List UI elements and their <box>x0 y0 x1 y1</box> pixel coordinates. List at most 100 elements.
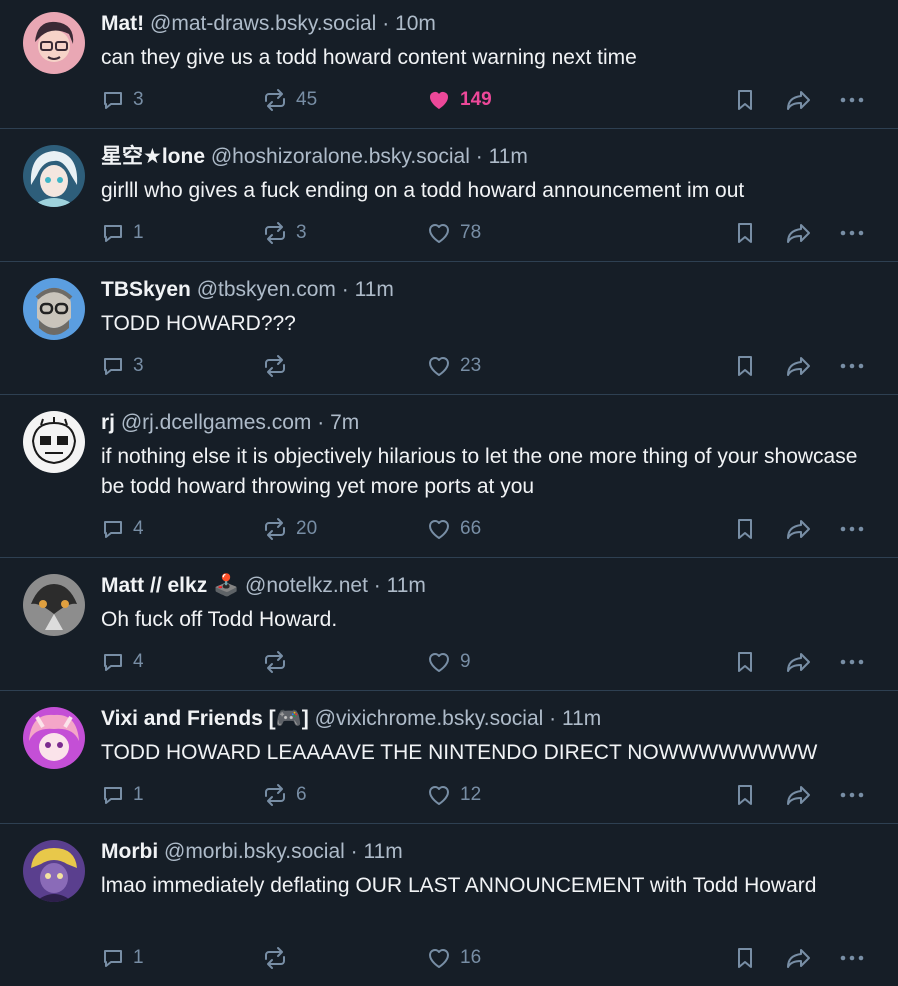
reply-button[interactable]: 1 <box>101 218 144 248</box>
like-button[interactable]: 12 <box>426 780 481 810</box>
bookmark-button[interactable] <box>734 85 756 115</box>
post[interactable]: Vixi and Friends [🎮] @vixichrome.bsky.so… <box>0 691 898 824</box>
bookmark-button[interactable] <box>734 514 756 544</box>
timestamp[interactable]: 11m <box>387 574 426 597</box>
heart-icon <box>429 224 449 243</box>
bookmark-icon <box>738 90 752 110</box>
more-options-button[interactable] <box>839 514 865 544</box>
repost-button[interactable] <box>262 943 296 973</box>
like-button[interactable]: 66 <box>426 514 481 544</box>
ellipsis-icon <box>840 97 864 103</box>
author-name[interactable]: TBSkyen <box>101 278 191 301</box>
avatar[interactable] <box>23 411 85 473</box>
like-button[interactable]: 9 <box>426 647 471 677</box>
timestamp[interactable]: 11m <box>562 707 601 730</box>
share-button[interactable] <box>785 85 813 115</box>
reply-icon <box>104 950 122 967</box>
author-handle[interactable]: @morbi.bsky.social <box>164 840 345 863</box>
post[interactable]: Matt // elkz 🕹️ @notelkz.net · 11m Oh fu… <box>0 558 898 691</box>
reply-button[interactable]: 4 <box>101 514 144 544</box>
author-name[interactable]: Vixi and Friends [🎮] <box>101 707 309 730</box>
author-handle[interactable]: @rj.dcellgames.com <box>121 411 312 434</box>
repost-button[interactable]: 20 <box>262 514 317 544</box>
share-icon <box>787 224 810 243</box>
share-button[interactable] <box>785 514 813 544</box>
avatar[interactable] <box>23 840 85 902</box>
share-button[interactable] <box>785 647 813 677</box>
more-options-button[interactable] <box>839 351 865 381</box>
share-button[interactable] <box>785 943 813 973</box>
author-name[interactable]: rj <box>101 411 115 434</box>
share-button[interactable] <box>785 351 813 381</box>
like-count: 149 <box>460 89 492 110</box>
separator: · <box>382 12 390 35</box>
like-button[interactable]: 23 <box>426 351 481 381</box>
author-handle[interactable]: @vixichrome.bsky.social <box>315 707 544 730</box>
post[interactable]: 星空★lone @hoshizoralone.bsky.social · 11m… <box>0 129 898 262</box>
share-icon <box>787 357 810 376</box>
author-name[interactable]: Matt // elkz 🕹️ <box>101 574 239 597</box>
like-button[interactable]: 78 <box>426 218 481 248</box>
like-count: 78 <box>460 222 482 243</box>
like-count: 9 <box>460 651 471 672</box>
bookmark-button[interactable] <box>734 780 756 810</box>
reply-button[interactable]: 1 <box>101 943 144 973</box>
separator: · <box>373 574 381 597</box>
bookmark-button[interactable] <box>734 351 756 381</box>
separator: · <box>341 278 349 301</box>
more-options-button[interactable] <box>839 647 865 677</box>
more-options-button[interactable] <box>839 943 865 973</box>
post[interactable]: Mat! @mat-draws.bsky.social · 10m can th… <box>0 0 898 129</box>
share-icon <box>787 949 810 968</box>
repost-button[interactable] <box>262 351 296 381</box>
post[interactable]: Morbi @morbi.bsky.social · 11m lmao imme… <box>0 824 898 986</box>
share-button[interactable] <box>785 780 813 810</box>
ellipsis-icon <box>840 792 864 798</box>
repost-button[interactable]: 45 <box>262 85 317 115</box>
more-options-button[interactable] <box>839 85 865 115</box>
bookmark-button[interactable] <box>734 647 756 677</box>
like-button[interactable]: 149 <box>426 85 492 115</box>
bookmark-icon <box>738 519 752 539</box>
post[interactable]: TBSkyen @tbskyen.com · 11m TODD HOWARD??… <box>0 262 898 395</box>
share-icon <box>787 520 810 539</box>
timestamp[interactable]: 11m <box>364 840 403 863</box>
avatar[interactable] <box>23 145 85 207</box>
separator: · <box>350 840 358 863</box>
repost-icon <box>265 222 285 244</box>
share-button[interactable] <box>785 218 813 248</box>
more-options-button[interactable] <box>839 218 865 248</box>
bookmark-button[interactable] <box>734 218 756 248</box>
author-handle[interactable]: @mat-draws.bsky.social <box>150 12 376 35</box>
more-options-button[interactable] <box>839 780 865 810</box>
author-handle[interactable]: @tbskyen.com <box>197 278 336 301</box>
reply-button[interactable]: 3 <box>101 85 144 115</box>
timestamp[interactable]: 7m <box>330 411 359 434</box>
repost-button[interactable]: 3 <box>262 218 307 248</box>
avatar[interactable] <box>23 278 85 340</box>
reply-button[interactable]: 4 <box>101 647 144 677</box>
share-icon <box>787 91 810 110</box>
timestamp[interactable]: 11m <box>489 145 528 168</box>
author-name[interactable]: Mat! <box>101 12 144 35</box>
repost-button[interactable]: 6 <box>262 780 307 810</box>
author-handle[interactable]: @hoshizoralone.bsky.social <box>211 145 470 168</box>
author-handle[interactable]: @notelkz.net <box>245 574 368 597</box>
avatar[interactable] <box>23 574 85 636</box>
bookmark-button[interactable] <box>734 943 756 973</box>
timestamp[interactable]: 11m <box>355 278 394 301</box>
post[interactable]: rj @rj.dcellgames.com · 7m if nothing el… <box>0 395 898 558</box>
bookmark-icon <box>738 948 752 968</box>
avatar[interactable] <box>23 12 85 74</box>
post-actions: 1 6 12 <box>101 780 898 810</box>
reply-button[interactable]: 1 <box>101 780 144 810</box>
like-button[interactable]: 16 <box>426 943 481 973</box>
reply-button[interactable]: 3 <box>101 351 144 381</box>
author-name[interactable]: Morbi <box>101 840 158 863</box>
post-text: TODD HOWARD LEAAAAVE THE NINTENDO DIRECT… <box>101 741 818 764</box>
repost-button[interactable] <box>262 647 296 677</box>
timestamp[interactable]: 10m <box>395 12 436 35</box>
post-header: TBSkyen @tbskyen.com · 11m <box>101 276 394 304</box>
avatar[interactable] <box>23 707 85 769</box>
author-name[interactable]: 星空★lone <box>101 145 205 168</box>
